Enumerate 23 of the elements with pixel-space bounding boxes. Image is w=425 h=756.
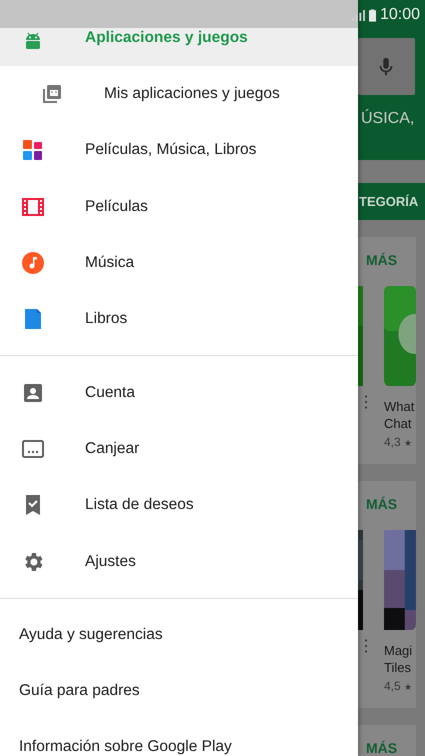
menu-item[interactable]: Libros	[0, 291, 358, 348]
menu-link[interactable]: Información sobre Google Play	[0, 718, 358, 756]
menu-item[interactable]: Canjear	[0, 420, 358, 478]
menu-link[interactable]: Ayuda y sugerencias	[0, 606, 358, 663]
grid-icon	[21, 138, 45, 162]
app-rating: 4,5 ★	[384, 679, 414, 693]
search-bar[interactable]	[358, 38, 415, 95]
app-name: Magi Tiles	[384, 642, 414, 676]
music-note-icon	[21, 251, 45, 276]
app-name: What Chat	[384, 398, 416, 432]
menu-item[interactable]: Mis aplicaciones y juegos	[0, 66, 358, 122]
menu-link[interactable]: Guía para padres	[0, 662, 358, 719]
banner-text: ÚSICA,	[360, 110, 416, 128]
menu-item[interactable]: Música	[0, 234, 358, 292]
menu-item[interactable]: Lista de deseos	[0, 477, 358, 534]
app-rating: 4,3 ★	[384, 435, 414, 449]
menu-item[interactable]: Ajustes	[0, 533, 358, 590]
category-tab[interactable]: TEGORÍA	[358, 183, 425, 220]
menu-item[interactable]: Películas	[0, 178, 358, 235]
menu-item[interactable]: Películas, Música, Libros	[0, 122, 358, 179]
signal-icon	[352, 10, 365, 20]
status-time: 10:00	[380, 6, 420, 24]
menu-item[interactable]: Cuenta	[0, 364, 358, 421]
